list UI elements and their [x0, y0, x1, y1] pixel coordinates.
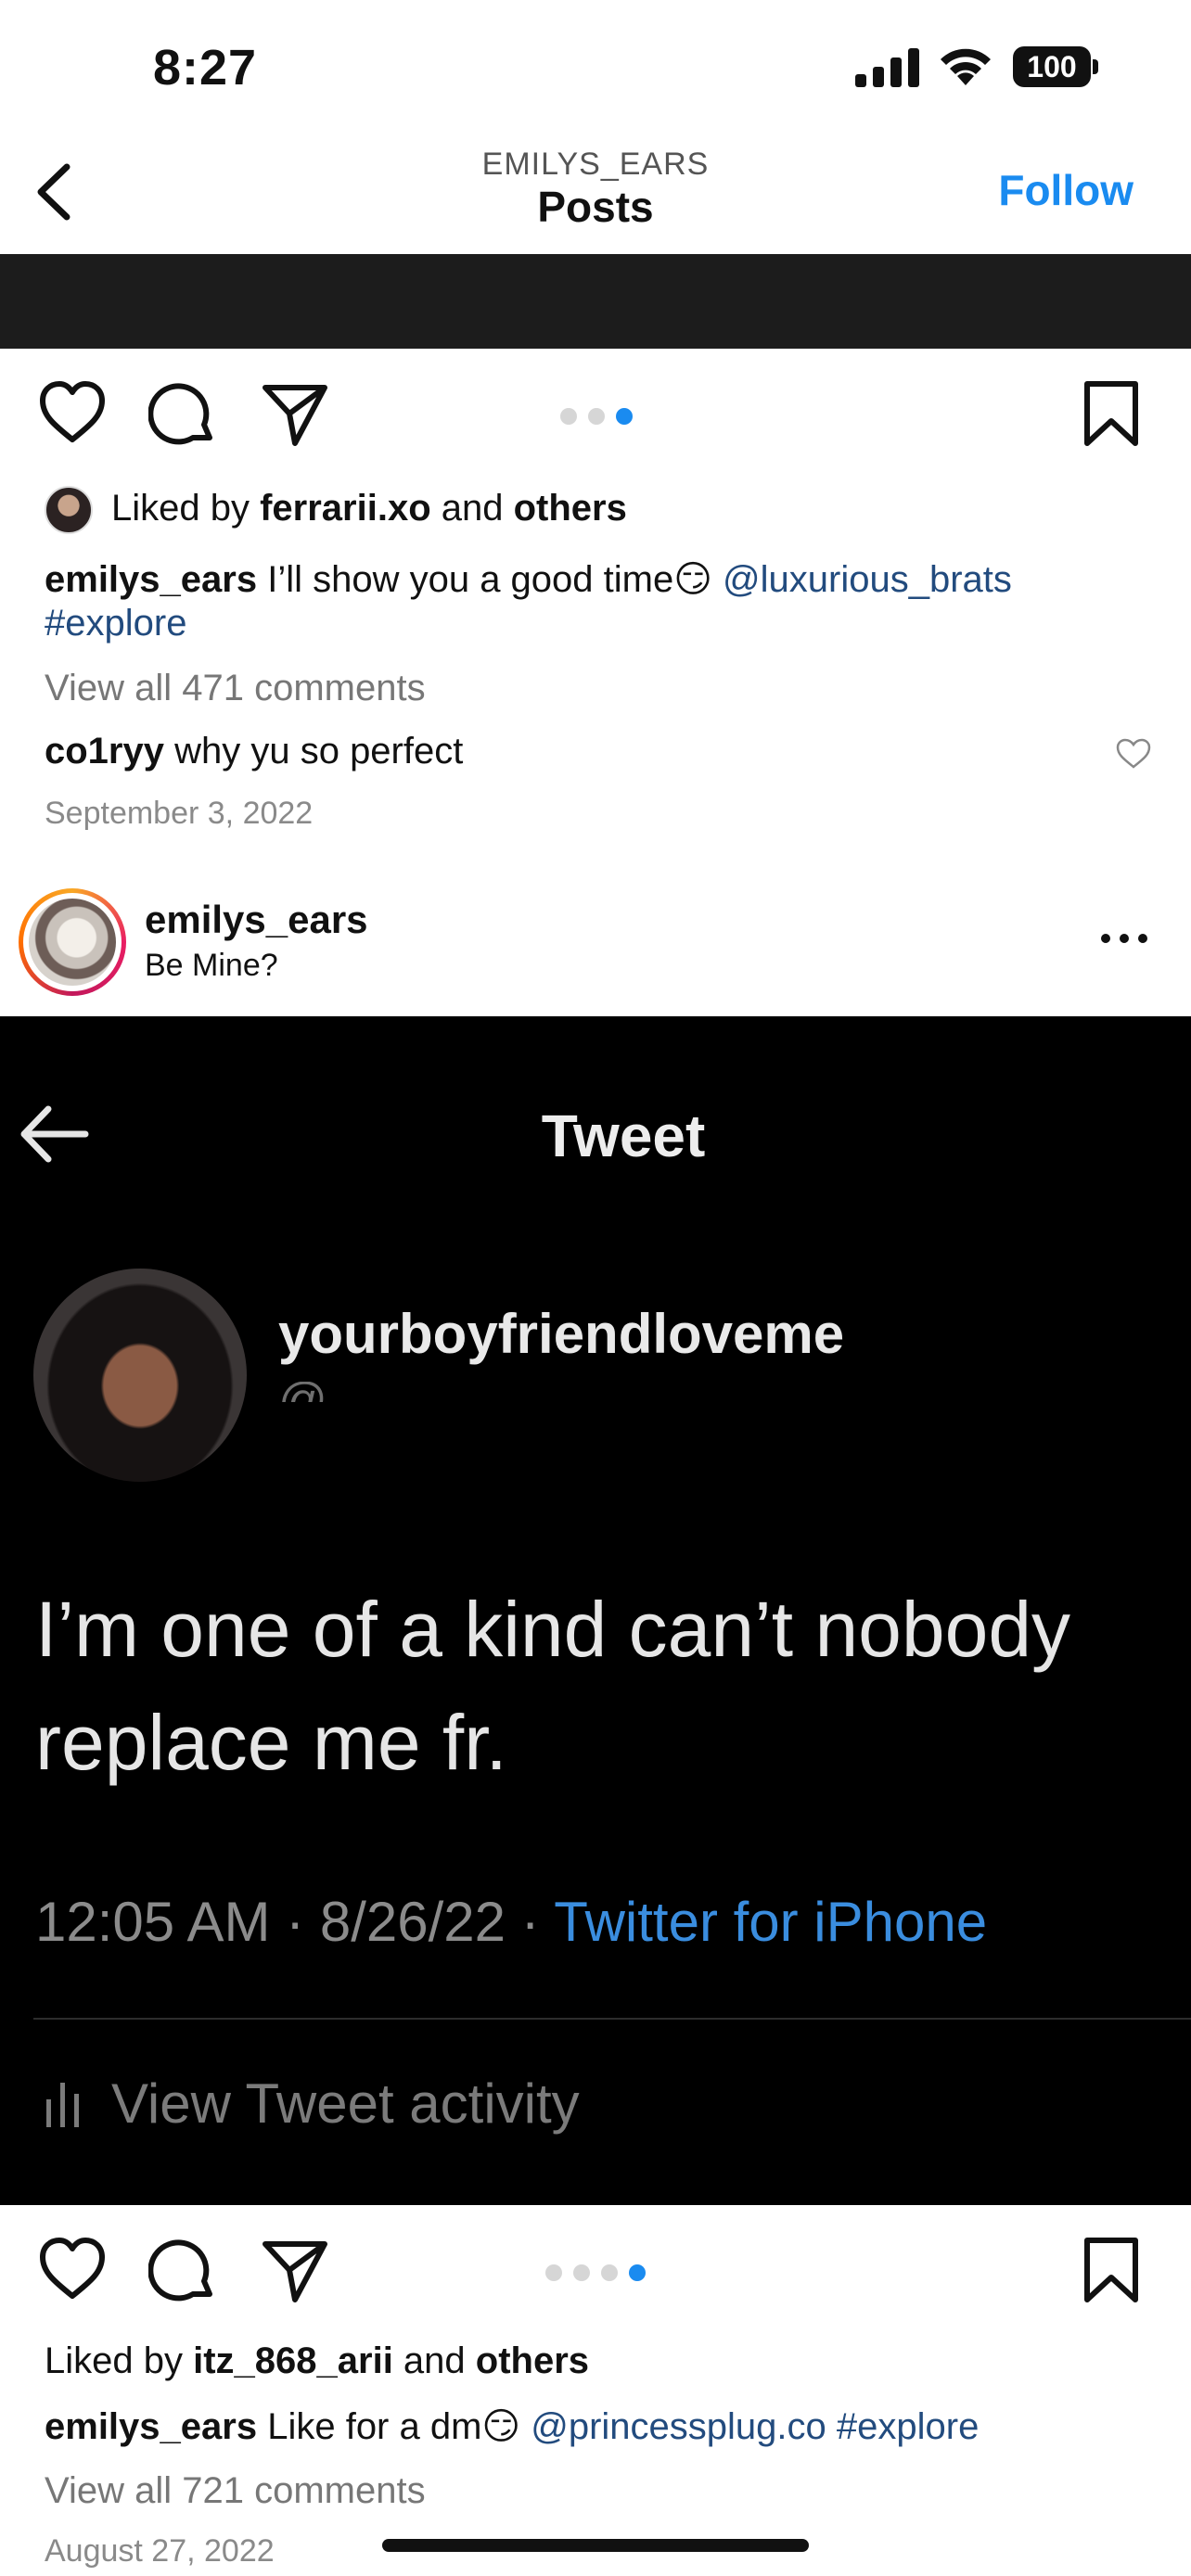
carousel-indicator: [560, 408, 633, 425]
tweet-header: Tweet: [541, 1103, 706, 1169]
caption: emilys_ears Like for a dm😏 @princessplug…: [45, 2406, 980, 2447]
activity-bars-icon: [46, 2083, 79, 2127]
tweet-meta: 12:05 AM · 8/26/22 · Twitter for iPhone: [35, 1891, 988, 1953]
comment-bubble-icon[interactable]: [148, 2237, 219, 2307]
bookmark-icon[interactable]: [1076, 378, 1146, 449]
like-heart-icon[interactable]: [37, 2235, 108, 2305]
view-comments-link[interactable]: View all 471 comments: [45, 668, 426, 709]
more-options-icon[interactable]: [1098, 929, 1150, 948]
liked-by-line[interactable]: Liked by ferrarii.xo and others: [111, 488, 627, 529]
avatar[interactable]: [19, 888, 126, 996]
home-indicator[interactable]: [382, 2539, 809, 2552]
tweet-avatar: [33, 1269, 247, 1482]
post-date: August 27, 2022: [45, 2533, 275, 2569]
nav-header: EMILYS_EARS Posts Follow: [0, 139, 1191, 254]
tweet-username: yourboyfriendloveme: [278, 1303, 845, 1365]
caption-user[interactable]: emilys_ears: [45, 559, 257, 600]
battery-icon: 100: [1013, 46, 1098, 87]
top-comment: co1ryy why yu so perfect: [45, 731, 464, 772]
comment-like-heart-icon[interactable]: [1115, 737, 1152, 771]
caption: emilys_ears I’ll show you a good time😏 @…: [45, 559, 1012, 600]
liked-by-user[interactable]: itz_868_arii: [193, 2340, 393, 2381]
share-send-icon[interactable]: [260, 2235, 330, 2305]
caption-mention[interactable]: @princessplug.co: [531, 2406, 826, 2447]
post-image-bottom[interactable]: [0, 254, 1191, 349]
like-heart-icon[interactable]: [37, 378, 108, 449]
battery-level: 100: [1013, 46, 1091, 87]
liked-by-avatar[interactable]: [45, 486, 93, 534]
carousel-indicator: [545, 2264, 646, 2281]
bookmark-icon[interactable]: [1076, 2235, 1146, 2305]
post-location[interactable]: Be Mine?: [145, 948, 278, 984]
tweet-activity: View Tweet activity: [111, 2072, 580, 2135]
caption-hashtag[interactable]: #explore: [837, 2406, 979, 2447]
post-actions: [0, 365, 1191, 467]
comment-bubble-icon[interactable]: [148, 380, 219, 451]
comment-user[interactable]: co1ryy: [45, 731, 164, 772]
post-header: emilys_ears Be Mine?: [0, 881, 1191, 1016]
liked-by-line[interactable]: Liked by itz_868_arii and others: [45, 2340, 589, 2382]
share-send-icon[interactable]: [260, 378, 330, 449]
status-time: 8:27: [153, 40, 258, 96]
divider: [33, 2018, 1191, 2020]
status-bar: 8:27 100: [0, 0, 1191, 139]
post-date: September 3, 2022: [45, 796, 314, 831]
post-actions: [0, 2222, 1191, 2324]
follow-button[interactable]: Follow: [998, 165, 1133, 215]
caption-mention[interactable]: @luxurious_brats: [723, 559, 1012, 600]
view-comments-link[interactable]: View all 721 comments: [45, 2470, 426, 2512]
liked-by-user[interactable]: ferrarii.xo: [260, 488, 431, 529]
caption-hashtag[interactable]: #explore: [45, 603, 186, 644]
wifi-icon: [941, 48, 991, 85]
cellular-signal-icon: [855, 48, 919, 87]
post-username[interactable]: emilys_ears: [145, 898, 368, 942]
caption-user[interactable]: emilys_ears: [45, 2406, 257, 2447]
tweet-handle-cropped: @_____________: [278, 1382, 853, 1402]
tweet-text: I’m one of a kind can’t nobody replace m…: [35, 1586, 1071, 1786]
post-image[interactable]: Tweet yourboyfriendloveme @_____________…: [0, 1016, 1191, 2205]
